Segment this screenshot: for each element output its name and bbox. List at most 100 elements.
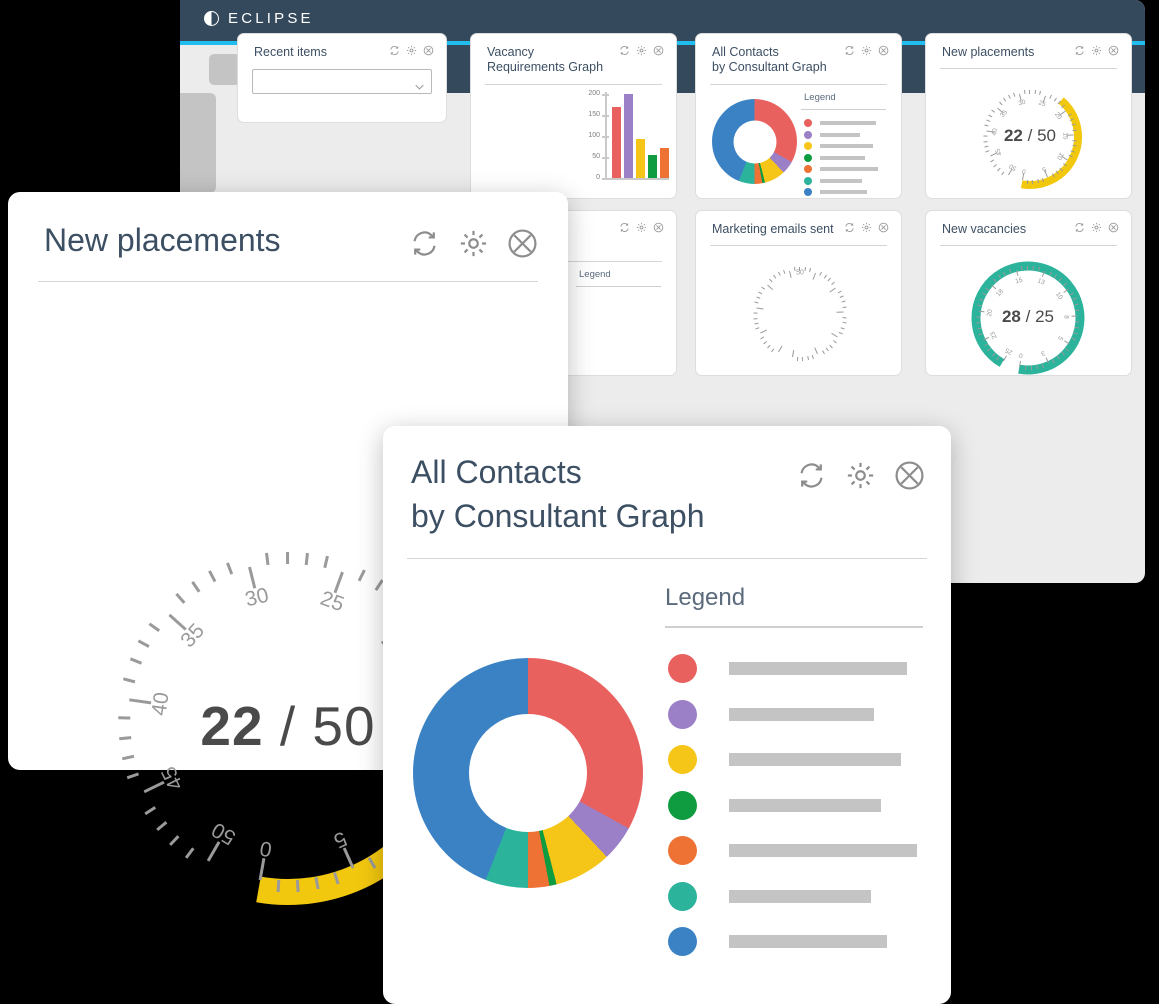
- gear-icon[interactable]: [1091, 222, 1102, 233]
- card-title: All Contacts by Consultant Graph: [411, 450, 705, 538]
- legend-label-placeholder: [820, 178, 862, 183]
- refresh-icon[interactable]: [796, 460, 827, 491]
- widget-divider: [710, 245, 887, 246]
- widget-actions: [619, 45, 664, 56]
- legend-color-dot: [804, 176, 812, 185]
- widget-recent-items: Recent items: [237, 33, 447, 123]
- legend-label-placeholder: [820, 155, 865, 160]
- legend-item[interactable]: [668, 881, 871, 911]
- close-circle-icon[interactable]: [1108, 45, 1119, 56]
- legend-label-placeholder: [820, 132, 860, 137]
- legend-label-placeholder: [729, 844, 917, 857]
- bar: [636, 139, 645, 178]
- legend-label-placeholder: [729, 935, 887, 948]
- legend-color-dot: [804, 130, 812, 139]
- legend-color-dot: [804, 165, 812, 173]
- close-circle-icon[interactable]: [653, 222, 664, 233]
- widget-vacancy-requirements: Vacancy Requirements Graph 0 50 100 150 200: [470, 33, 677, 199]
- close-circle-icon[interactable]: [878, 222, 889, 233]
- gauge-tick-label: 20: [986, 308, 995, 317]
- legend-item[interactable]: [668, 927, 887, 956]
- legend-item[interactable]: [804, 142, 873, 150]
- legend-item[interactable]: [804, 165, 878, 173]
- legend-divider: [576, 286, 661, 287]
- widget-all-contacts: All Contacts by Consultant Graph Legend: [695, 33, 902, 199]
- widget-title: New vacancies: [942, 222, 1027, 236]
- legend-item[interactable]: [804, 188, 867, 196]
- gauge-tick: [977, 304, 982, 307]
- card-divider: [38, 281, 538, 282]
- legend-color-dot: [668, 881, 697, 911]
- legend-item[interactable]: [668, 654, 907, 683]
- refresh-icon[interactable]: [619, 222, 630, 233]
- y-tick: [602, 115, 609, 117]
- bar: [660, 147, 669, 178]
- widget-divider: [710, 84, 887, 85]
- legend-color-dot: [668, 790, 697, 820]
- x-axis: [605, 178, 669, 180]
- close-circle-icon[interactable]: [507, 228, 538, 259]
- y-tick-label: 200: [588, 90, 600, 97]
- left-rail[interactable]: [180, 93, 216, 193]
- gauge-tick: [796, 356, 799, 361]
- close-circle-icon[interactable]: [423, 45, 434, 56]
- refresh-icon[interactable]: [389, 45, 400, 56]
- refresh-icon[interactable]: [844, 222, 855, 233]
- card-divider: [407, 558, 927, 559]
- widget-title: Recent items: [254, 45, 327, 59]
- legend-item[interactable]: [804, 119, 876, 127]
- widget-title: Vacancy Requirements Graph: [487, 45, 603, 75]
- gauge-new-vacancies: 28 / 25 0 3 5 8 10 13 15 18 20 23 25: [958, 255, 1098, 381]
- refresh-icon[interactable]: [844, 45, 855, 56]
- bar-chart: 0 50 100 150 200: [583, 90, 671, 190]
- gear-icon[interactable]: [861, 222, 872, 233]
- refresh-icon[interactable]: [1074, 45, 1085, 56]
- y-tick-label: 150: [588, 111, 600, 118]
- legend-item[interactable]: [804, 176, 862, 185]
- gear-icon[interactable]: [636, 222, 647, 233]
- chevron-down-icon: [415, 77, 424, 90]
- recent-items-dropdown[interactable]: [252, 69, 432, 94]
- refresh-icon[interactable]: [619, 45, 630, 56]
- gear-icon[interactable]: [1091, 45, 1102, 56]
- gear-icon[interactable]: [458, 228, 489, 259]
- gear-icon[interactable]: [406, 45, 417, 56]
- gauge-tick: [118, 736, 131, 740]
- refresh-icon[interactable]: [409, 228, 440, 259]
- widget-title-line1: Vacancy: [487, 45, 535, 59]
- y-tick-label: 100: [588, 132, 600, 139]
- gauge-tick: [285, 551, 289, 565]
- close-circle-icon[interactable]: [878, 45, 889, 56]
- gauge-tick: [1023, 90, 1026, 95]
- close-circle-icon[interactable]: [1108, 222, 1119, 233]
- legend-item[interactable]: [668, 745, 901, 774]
- legend-item[interactable]: [668, 699, 874, 729]
- legend-color-dot: [668, 699, 697, 729]
- bar: [648, 154, 657, 178]
- gauge-tick: [1030, 366, 1032, 370]
- widget-title: New placements: [942, 45, 1035, 59]
- gauge-tick-label: 40: [991, 128, 1000, 137]
- legend-label-placeholder: [729, 662, 907, 675]
- y-tick: [602, 136, 609, 138]
- legend-item[interactable]: [668, 790, 881, 820]
- legend-color-dot: [804, 153, 812, 162]
- close-circle-icon[interactable]: [894, 460, 925, 491]
- legend-item[interactable]: [804, 130, 860, 139]
- gear-icon[interactable]: [845, 460, 876, 491]
- card-title-line1: All Contacts: [411, 454, 582, 490]
- y-tick: [602, 94, 609, 96]
- legend-color-dot: [668, 836, 697, 865]
- widget-divider: [485, 84, 662, 85]
- legend-item[interactable]: [804, 153, 865, 162]
- close-circle-icon[interactable]: [653, 45, 664, 56]
- legend-item[interactable]: [668, 836, 917, 865]
- gear-icon[interactable]: [861, 45, 872, 56]
- gear-icon[interactable]: [636, 45, 647, 56]
- legend-label-placeholder: [820, 190, 867, 194]
- gauge-tick: [793, 267, 796, 272]
- refresh-icon[interactable]: [1074, 222, 1085, 233]
- widget-title-line2: by Consultant Graph: [712, 60, 827, 74]
- widget-marketing-emails: Marketing emails sent 50: [695, 210, 902, 376]
- eclipse-circle-icon: [204, 11, 219, 26]
